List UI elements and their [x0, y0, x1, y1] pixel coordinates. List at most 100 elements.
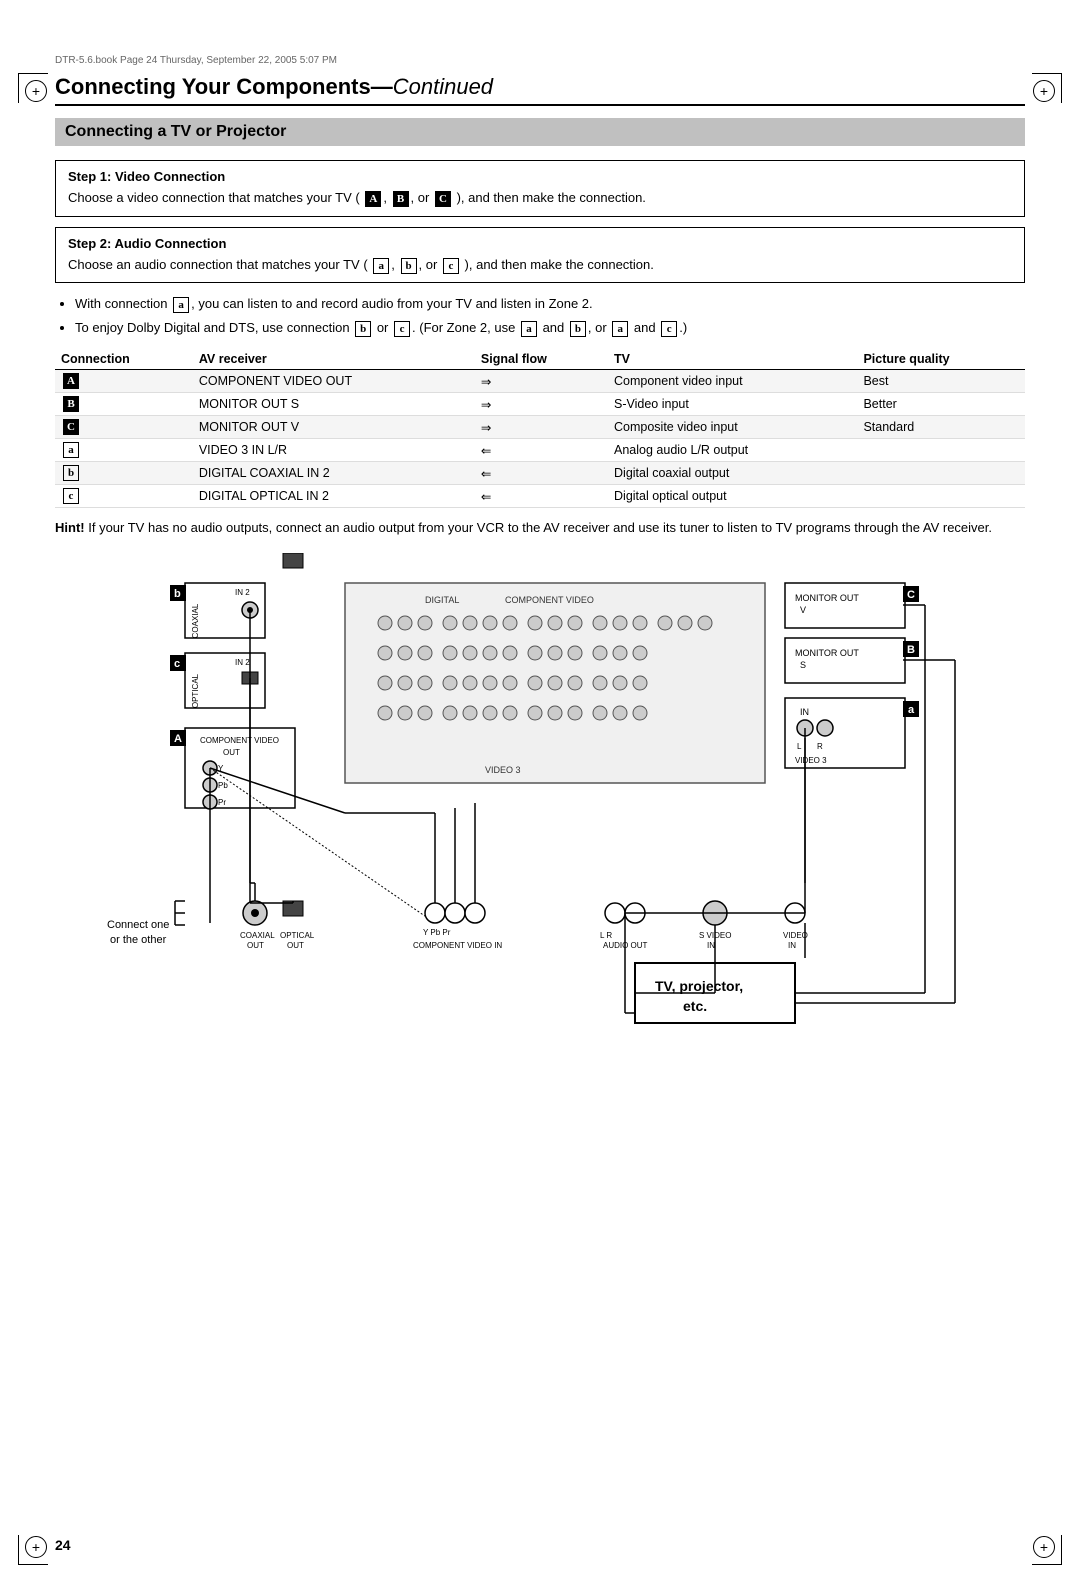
svg-text:Pr: Pr	[218, 798, 226, 807]
av-value: DIGITAL COAXIAL IN 2	[193, 462, 475, 485]
step2-text: Choose an audio connection that matches …	[68, 255, 1012, 275]
corner-circle-tr	[1033, 80, 1055, 102]
bullet-1: With connection a, you can listen to and…	[75, 293, 1025, 315]
svg-text:COAXIAL: COAXIAL	[240, 931, 275, 940]
badge-c2: c	[661, 321, 677, 337]
svg-text:DIGITAL: DIGITAL	[425, 595, 459, 605]
flow-value: ⇒	[475, 393, 608, 416]
tv-value: Digital optical output	[608, 485, 857, 508]
svg-text:OUT: OUT	[287, 941, 304, 950]
page-number: 24	[55, 1537, 71, 1553]
quality-value: Standard	[857, 416, 1025, 439]
svg-text:IN: IN	[707, 941, 715, 950]
flow-value: ⇒	[475, 416, 608, 439]
svg-text:L R: L R	[600, 931, 612, 940]
av-value: DIGITAL OPTICAL IN 2	[193, 485, 475, 508]
svg-text:b: b	[174, 588, 181, 600]
svg-text:VIDEO 3: VIDEO 3	[795, 756, 827, 765]
svg-text:IN 2: IN 2	[235, 658, 250, 667]
badge-b: b	[401, 258, 417, 274]
file-info: DTR-5.6.book Page 24 Thursday, September…	[55, 55, 1025, 66]
table-row: b DIGITAL COAXIAL IN 2 ⇐ Digital coaxial…	[55, 462, 1025, 485]
svg-text:A: A	[174, 733, 182, 745]
quality-value	[857, 462, 1025, 485]
av-value: MONITOR OUT V	[193, 416, 475, 439]
step1-title: Step 1: Video Connection	[68, 169, 1012, 184]
tv-value: Component video input	[608, 370, 857, 393]
svg-text:L: L	[797, 742, 802, 751]
corner-circle-bl	[25, 1536, 47, 1558]
quality-value	[857, 439, 1025, 462]
badge-a2: a	[521, 321, 537, 337]
col-picture-quality: Picture quality	[857, 349, 1025, 370]
quality-value: Best	[857, 370, 1025, 393]
col-signal-flow: Signal flow	[475, 349, 608, 370]
badge-a3: a	[612, 321, 628, 337]
table-row: B MONITOR OUT S ⇒ S-Video input Better	[55, 393, 1025, 416]
corner-circle-br	[1033, 1536, 1055, 1558]
tv-value: Digital coaxial output	[608, 462, 857, 485]
hint-section: Hint! If your TV has no audio outputs, c…	[55, 518, 1025, 539]
svg-text:a: a	[908, 704, 915, 716]
badge-B: B	[393, 191, 409, 207]
av-value: MONITOR OUT S	[193, 393, 475, 416]
svg-text:Connect one: Connect one	[107, 919, 169, 931]
svg-text:Pb: Pb	[218, 781, 228, 790]
badge-c-inline: c	[394, 321, 410, 337]
flow-value: ⇐	[475, 439, 608, 462]
hint-text: If your TV has no audio outputs, connect…	[88, 520, 992, 535]
svg-text:COMPONENT VIDEO: COMPONENT VIDEO	[505, 595, 594, 605]
main-title: Connecting Your Components—Continued	[55, 74, 1025, 106]
quality-value: Better	[857, 393, 1025, 416]
svg-text:etc.: etc.	[683, 998, 707, 1014]
conn-badge: A	[55, 370, 193, 393]
table-row: C MONITOR OUT V ⇒ Composite video input …	[55, 416, 1025, 439]
flow-value: ⇐	[475, 485, 608, 508]
hint-title: Hint!	[55, 520, 85, 535]
svg-text:COMPONENT VIDEO IN: COMPONENT VIDEO IN	[413, 941, 502, 950]
tv-value: S-Video input	[608, 393, 857, 416]
step2-title: Step 2: Audio Connection	[68, 236, 1012, 251]
badge-b-inline: b	[355, 321, 371, 337]
conn-badge: c	[55, 485, 193, 508]
col-tv: TV	[608, 349, 857, 370]
step1-box: Step 1: Video Connection Choose a video …	[55, 160, 1025, 217]
badge-b2: b	[570, 321, 586, 337]
step1-text: Choose a video connection that matches y…	[68, 188, 1012, 208]
av-value: VIDEO 3 IN L/R	[193, 439, 475, 462]
conn-badge: b	[55, 462, 193, 485]
badge-a-inline: a	[173, 297, 189, 313]
bullet-2: To enjoy Dolby Digital and DTS, use conn…	[75, 317, 1025, 339]
conn-badge: C	[55, 416, 193, 439]
svg-text:B: B	[907, 644, 915, 656]
svg-text:C: C	[907, 589, 915, 601]
svg-text:c: c	[174, 658, 180, 670]
av-value: COMPONENT VIDEO OUT	[193, 370, 475, 393]
section-header: Connecting a TV or Projector	[55, 118, 1025, 146]
svg-text:IN: IN	[800, 707, 809, 717]
svg-text:VIDEO 3: VIDEO 3	[485, 765, 521, 775]
connection-table: Connection AV receiver Signal flow TV Pi…	[55, 349, 1025, 508]
badge-A: A	[365, 191, 381, 207]
flow-value: ⇒	[475, 370, 608, 393]
badge-a: a	[373, 258, 389, 274]
svg-text:MONITOR OUT: MONITOR OUT	[795, 648, 859, 658]
tv-value: Composite video input	[608, 416, 857, 439]
flow-value: ⇐	[475, 462, 608, 485]
tv-value: Analog audio L/R output	[608, 439, 857, 462]
svg-text:or the other: or the other	[110, 934, 167, 946]
svg-text:R: R	[817, 742, 823, 751]
svg-text:COMPONENT VIDEO: COMPONENT VIDEO	[200, 736, 279, 745]
svg-text:Y Pb Pr: Y Pb Pr	[423, 928, 451, 937]
svg-text:OPTICAL: OPTICAL	[280, 931, 315, 940]
table-row: A COMPONENT VIDEO OUT ⇒ Component video …	[55, 370, 1025, 393]
svg-text:IN: IN	[788, 941, 796, 950]
svg-text:S: S	[800, 660, 806, 670]
quality-value	[857, 485, 1025, 508]
conn-badge: B	[55, 393, 193, 416]
bullet-list: With connection a, you can listen to and…	[75, 293, 1025, 339]
svg-text:OUT: OUT	[223, 748, 240, 757]
conn-badge: a	[55, 439, 193, 462]
step2-box: Step 2: Audio Connection Choose an audio…	[55, 227, 1025, 284]
table-row: a VIDEO 3 IN L/R ⇐ Analog audio L/R outp…	[55, 439, 1025, 462]
